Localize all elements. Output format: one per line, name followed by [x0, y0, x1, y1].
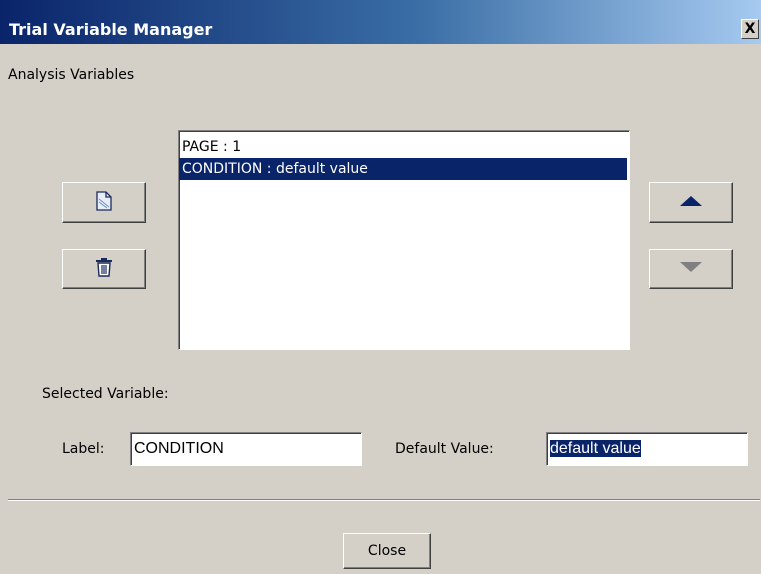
new-document-icon: [96, 190, 112, 215]
list-item-page[interactable]: PAGE : 1: [179, 136, 629, 158]
analysis-variables-heading: Analysis Variables: [8, 67, 135, 83]
close-window-button[interactable]: X: [741, 19, 759, 39]
default-value-field[interactable]: default value: [546, 432, 748, 466]
selected-variable-heading: Selected Variable:: [42, 386, 169, 402]
label-field-value: CONDITION: [134, 440, 224, 457]
footer-divider: [8, 499, 760, 501]
label-caption: Label:: [62, 441, 105, 457]
delete-variable-button[interactable]: [62, 249, 146, 289]
dialog-window: Trial Variable Manager X Analysis Variab…: [0, 0, 761, 574]
arrow-up-icon: [679, 195, 703, 211]
trash-icon: [95, 257, 113, 281]
move-up-button[interactable]: [649, 182, 733, 223]
variables-list[interactable]: PAGE : 1 CONDITION : default value: [178, 130, 630, 350]
label-field[interactable]: CONDITION: [130, 432, 362, 466]
move-down-button[interactable]: [649, 249, 733, 289]
list-item-condition[interactable]: CONDITION : default value: [179, 158, 627, 180]
title-bar[interactable]: Trial Variable Manager X: [0, 0, 761, 44]
default-value-field-value: default value: [550, 440, 641, 457]
arrow-down-icon: [679, 261, 703, 277]
window-title: Trial Variable Manager: [9, 20, 213, 39]
default-value-caption: Default Value:: [395, 441, 494, 457]
new-variable-button[interactable]: [62, 182, 146, 223]
close-button[interactable]: Close: [343, 533, 431, 569]
